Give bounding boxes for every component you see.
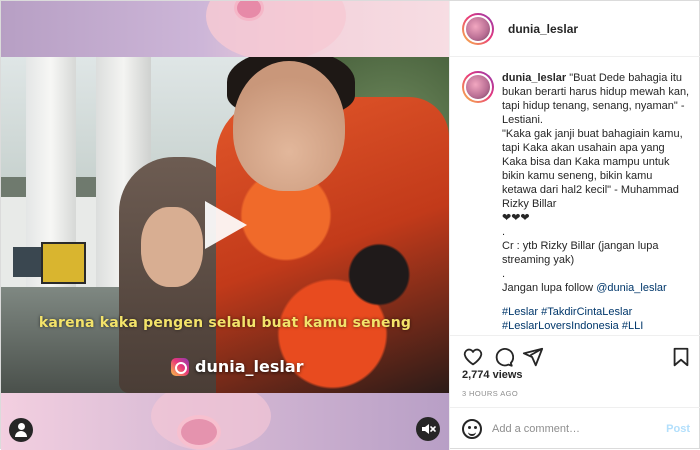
video-scene (41, 242, 86, 284)
paper-plane-icon[interactable] (522, 346, 544, 368)
smiley-icon[interactable] (462, 419, 482, 439)
video-scene (233, 61, 345, 191)
video-caption: karena kaka pengen selalu buat kamu sene… (38, 315, 412, 331)
instagram-icon (171, 357, 189, 376)
media-panel: karena kaka pengen selalu buat kamu sene… (1, 1, 449, 450)
view-count[interactable]: 2,774 views (462, 369, 523, 381)
timestamp[interactable]: 3 HOURS AGO (462, 389, 518, 398)
bookmark-icon[interactable] (670, 346, 692, 368)
post-button[interactable]: Post (666, 423, 690, 435)
comment-input[interactable] (492, 423, 652, 435)
caption-line: . (502, 268, 506, 280)
play-icon[interactable] (205, 201, 247, 249)
caption-hearts: ❤❤❤ (502, 212, 530, 224)
post-caption: dunia_leslar "Buat Dede bahagia itu buka… (502, 71, 690, 335)
video-watermark: dunia_leslar (171, 357, 304, 376)
avatar[interactable] (462, 12, 494, 45)
decor-blob (177, 415, 221, 449)
avatar[interactable] (462, 71, 494, 103)
user-tag-icon[interactable] (9, 418, 33, 442)
caption-area: dunia_leslar "Buat Dede bahagia itu buka… (450, 57, 700, 335)
video-scene (13, 247, 41, 277)
caption-line: . (502, 226, 506, 238)
post-modal: karena kaka pengen selalu buat kamu sene… (0, 0, 700, 450)
comment-bubble-icon[interactable] (492, 346, 514, 368)
add-comment-bar: Post (450, 407, 700, 450)
heart-icon[interactable] (462, 346, 484, 368)
watermark-handle: dunia_leslar (195, 357, 304, 376)
caption-line: Cr : ytb Rizky Billar (jangan lupa strea… (502, 240, 659, 266)
caption-line: "Kaka gak janji buat bahagiain kamu, tap… (502, 128, 683, 210)
caption-username[interactable]: dunia_leslar (502, 72, 566, 84)
speaker-muted-icon[interactable] (416, 417, 440, 441)
details-panel: dunia_leslar dunia_leslar "Buat Dede bah… (449, 1, 700, 450)
header-username[interactable]: dunia_leslar (508, 22, 578, 36)
post-header: dunia_leslar (450, 1, 700, 57)
video-scene (141, 207, 203, 287)
hashtag-links[interactable]: #Leslar #TakdirCintaLeslar #LeslarLovers… (502, 305, 690, 335)
mention-link[interactable]: @dunia_leslar (596, 282, 667, 294)
caption-line: Jangan lupa follow (502, 282, 594, 294)
